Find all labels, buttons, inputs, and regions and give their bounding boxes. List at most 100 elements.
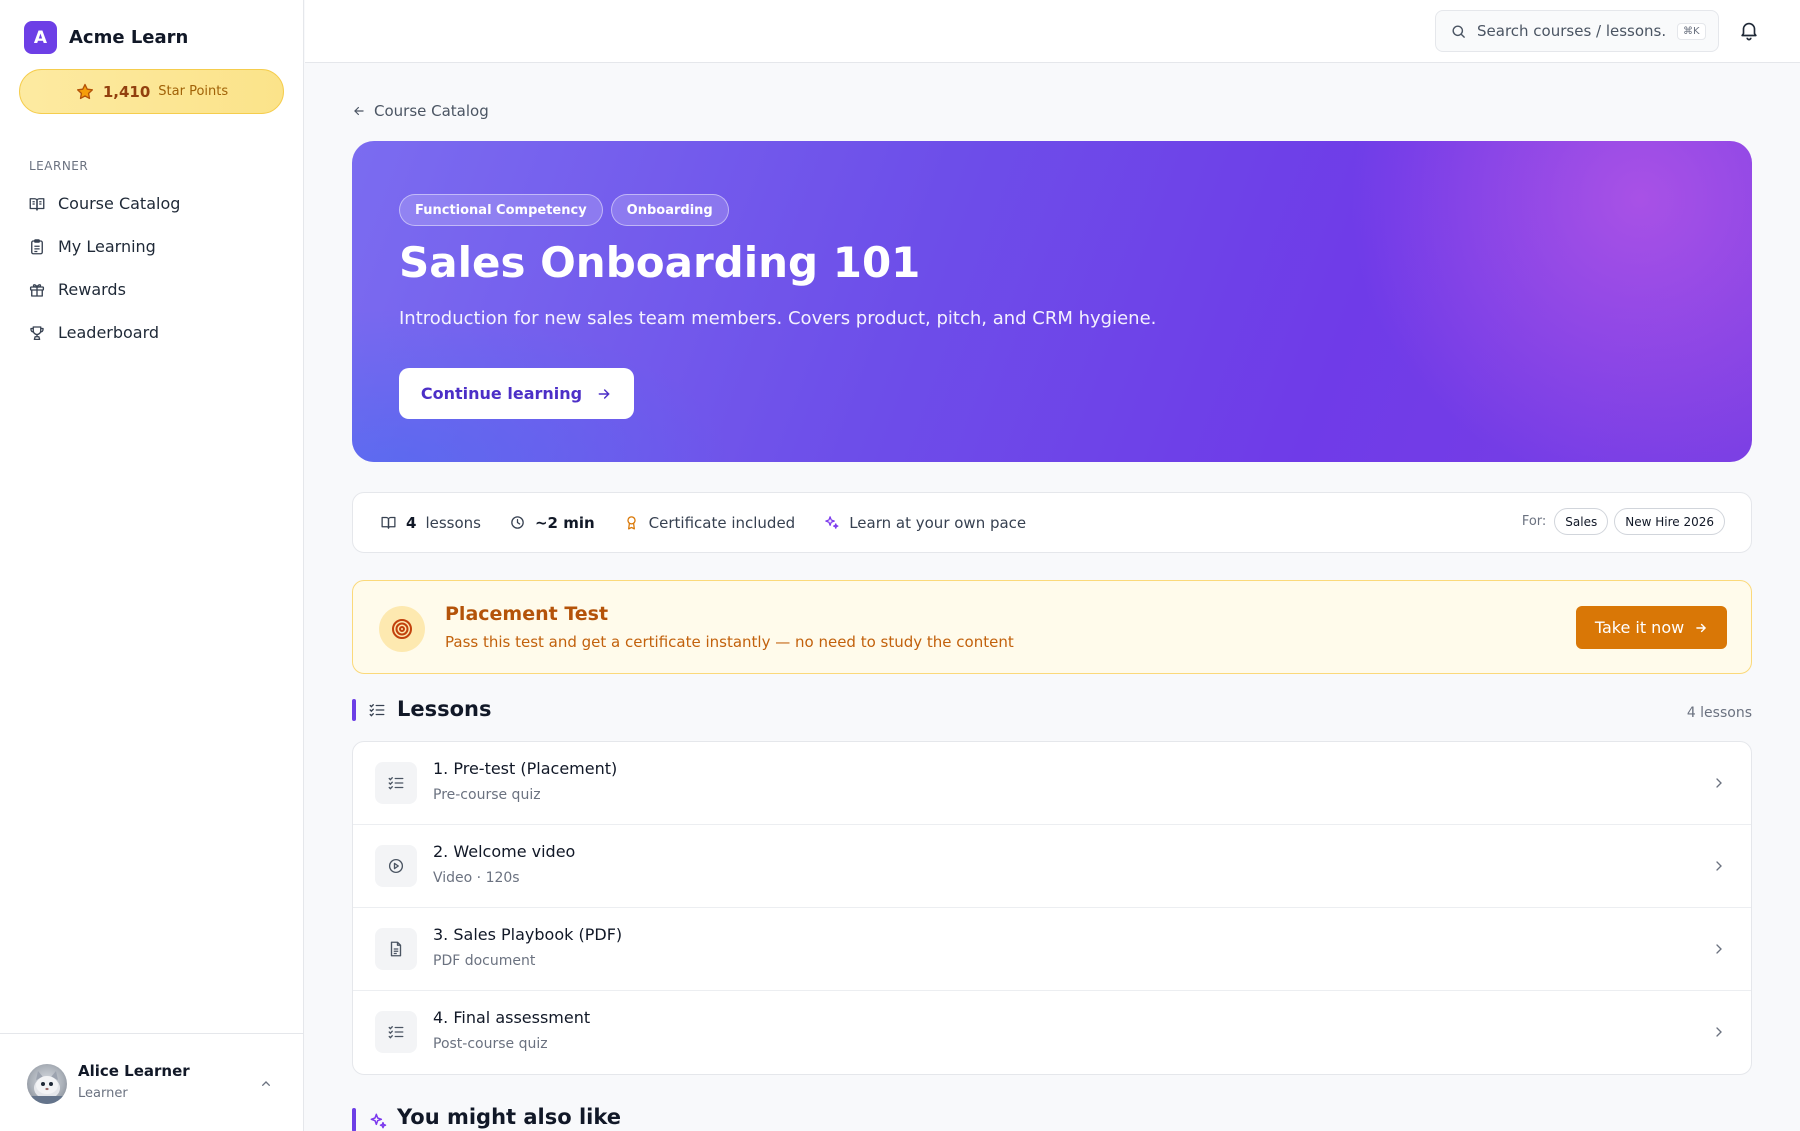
chevron-right-icon (1716, 1027, 1722, 1037)
audience-list: For: Sales New Hire 2026 (1522, 508, 1725, 535)
book-open-icon (29, 197, 45, 211)
app-name: Acme Learn (69, 27, 189, 48)
lesson-title: 4. Final assessment (433, 1008, 591, 1027)
recommendations-section-header: You might also like (352, 1105, 952, 1131)
certificate-meta: Certificate included (623, 513, 796, 532)
course-tags: Functional Competency Onboarding (399, 194, 729, 226)
trophy-icon (30, 325, 44, 340)
sidebar-item-my-learning[interactable]: My Learning (16, 225, 288, 268)
arrow-left-icon (354, 106, 364, 116)
duration-value: ~2 min (534, 513, 595, 532)
lesson-item[interactable]: 2. Welcome video Video · 120s (353, 825, 1751, 908)
user-role: Learner (78, 1086, 128, 1101)
lesson-subtitle: Pre-course quiz (433, 787, 541, 803)
checklist-icon (375, 762, 417, 804)
chevron-right-icon (1716, 778, 1722, 788)
lesson-title: 3. Sales Playbook (PDF) (433, 925, 623, 944)
course-hero: Functional Competency Onboarding Sales O… (352, 141, 1752, 462)
sparkles-icon (825, 516, 839, 529)
lesson-subtitle: Post-course quiz (433, 1036, 548, 1052)
sidebar-item-label: Course Catalog (58, 194, 181, 213)
take-it-now-button[interactable]: Take it now (1576, 606, 1727, 649)
continue-learning-button[interactable]: Continue learning (399, 368, 634, 419)
checklist-icon (369, 704, 385, 717)
audience-pill: Sales (1554, 508, 1609, 535)
lesson-title: 1. Pre-test (Placement) (433, 759, 618, 778)
lessons-section-count: 4 lessons (1686, 705, 1752, 721)
sidebar-item-label: Rewards (58, 280, 126, 299)
certificate-label: Certificate included (648, 513, 796, 532)
chevron-right-icon (1716, 861, 1722, 871)
course-tag: Onboarding (610, 194, 729, 226)
bell-icon[interactable] (1738, 19, 1760, 41)
search-input[interactable] (1477, 22, 1667, 40)
checklist-icon (375, 1011, 417, 1053)
sidebar-item-rewards[interactable]: Rewards (16, 268, 288, 311)
chevron-up-icon (262, 1081, 270, 1086)
sidebar-nav: Course Catalog My Learning Rewards Leade… (16, 182, 288, 354)
arrow-right-icon (598, 388, 610, 399)
lesson-subtitle: Video · 120s (433, 870, 520, 886)
recommendations-title: You might also like (397, 1105, 622, 1129)
pace-meta: Learn at your own pace (823, 514, 1026, 532)
course-tag: Functional Competency (399, 194, 603, 226)
lesson-subtitle: PDF document (433, 953, 536, 969)
lessons-count-meta: 4 lessons (380, 514, 481, 532)
lesson-item[interactable]: 4. Final assessment Post-course quiz (353, 991, 1751, 1074)
sidebar-item-course-catalog[interactable]: Course Catalog (16, 182, 288, 225)
target-icon (379, 606, 425, 652)
section-accent-bar (352, 699, 356, 721)
placement-test-banner: Placement Test Pass this test and get a … (352, 580, 1752, 674)
lesson-item[interactable]: 3. Sales Playbook (PDF) PDF document (353, 908, 1751, 991)
sparkles-icon (370, 1113, 387, 1129)
top-bar: ⌘K (305, 0, 1800, 63)
pace-label: Learn at your own pace (849, 513, 1027, 532)
lesson-item[interactable]: 1. Pre-test (Placement) Pre-course quiz (353, 742, 1751, 825)
star-points-badge[interactable]: 1,410 Star Points (19, 69, 284, 114)
course-title: Sales Onboarding 101 (399, 238, 921, 287)
audience-pill: New Hire 2026 (1614, 508, 1725, 535)
sidebar-item-label: Leaderboard (58, 323, 160, 342)
course-meta: 4 lessons ~2 min Certificate included Le… (352, 492, 1752, 553)
lesson-title: 2. Welcome video (433, 842, 576, 861)
brand[interactable]: A Acme Learn (24, 21, 188, 54)
continue-learning-label: Continue learning (420, 384, 583, 403)
sidebar-item-label: My Learning (58, 237, 156, 256)
star-points-label: Star Points (158, 84, 229, 99)
user-name: Alice Learner (78, 1062, 190, 1080)
breadcrumb-label: Course Catalog (374, 102, 489, 120)
user-menu[interactable]: Alice Learner Learner (0, 1033, 304, 1131)
placement-title: Placement Test (445, 603, 609, 625)
take-it-now-label: Take it now (1594, 618, 1685, 637)
duration-meta: ~2 min (509, 514, 595, 532)
search-shortcut-badge: ⌘K (1677, 22, 1706, 40)
course-description: Introduction for new sales team members.… (399, 308, 1157, 329)
sidebar-item-leaderboard[interactable]: Leaderboard (16, 311, 288, 354)
gift-icon (29, 283, 45, 297)
lessons-count-value: 4 (406, 513, 417, 532)
lessons-count-label: lessons (425, 513, 481, 532)
search-box[interactable]: ⌘K (1435, 10, 1719, 52)
section-accent-bar (352, 1108, 356, 1131)
sidebar: A Acme Learn 1,410 Star Points LEARNER C… (0, 0, 304, 1131)
lessons-section-header: Lessons 4 lessons (352, 697, 1752, 723)
app-logo: A (24, 21, 57, 54)
arrow-right-icon (1696, 623, 1707, 632)
avatar (27, 1064, 67, 1104)
lessons-section-title: Lessons (397, 697, 492, 721)
award-icon (626, 516, 636, 530)
star-points-value: 1,410 (102, 82, 151, 101)
search-icon (1452, 24, 1465, 38)
book-open-icon (381, 516, 396, 529)
clipboard-icon (31, 238, 43, 254)
chevron-right-icon (1716, 944, 1722, 954)
placement-description: Pass this test and get a certificate ins… (445, 633, 1014, 651)
star-icon (76, 83, 93, 99)
nav-section-label: LEARNER (29, 159, 89, 173)
lesson-list: 1. Pre-test (Placement) Pre-course quiz … (352, 741, 1752, 1075)
clock-icon (511, 516, 524, 529)
breadcrumb-back-link[interactable]: Course Catalog (352, 102, 489, 120)
audience-label: For: (1521, 514, 1547, 529)
document-icon (375, 928, 417, 970)
play-circle-icon (375, 845, 417, 887)
